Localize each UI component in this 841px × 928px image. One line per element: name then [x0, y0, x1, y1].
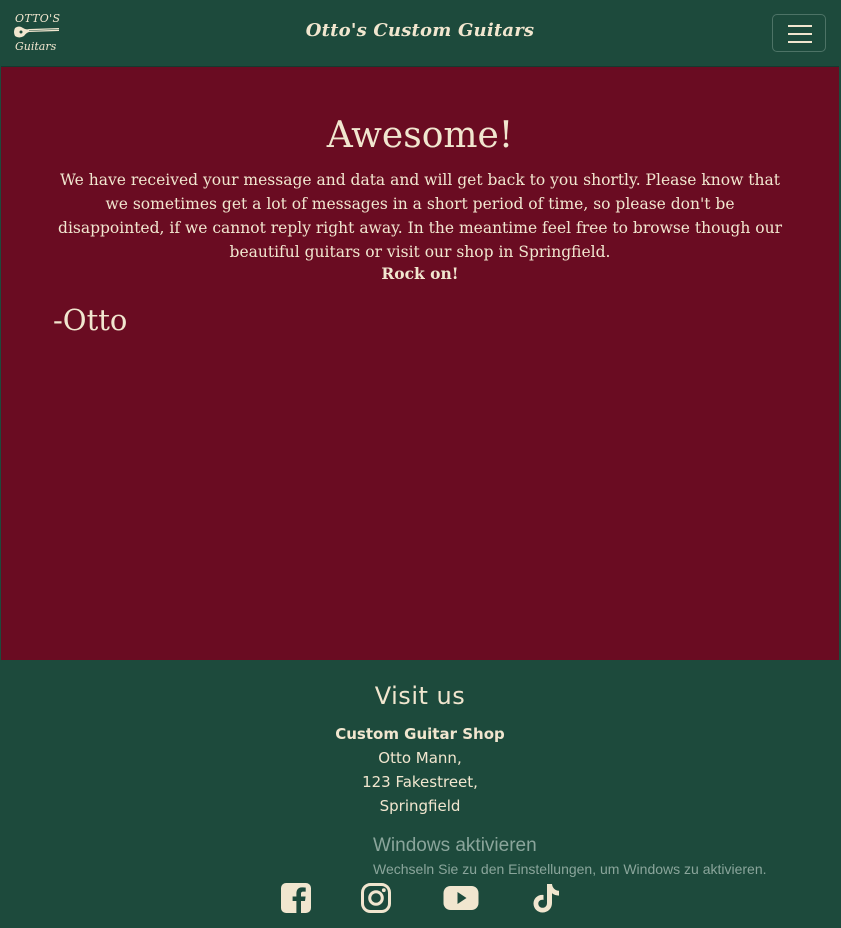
footer: Visit us Custom Guitar Shop Otto Mann, 1… — [1, 660, 839, 928]
signature: -Otto — [53, 303, 128, 337]
facebook-icon[interactable] — [280, 882, 312, 914]
confirmation-message: We have received your message and data a… — [58, 171, 782, 261]
footer-heading: Visit us — [374, 682, 466, 710]
page-title: Awesome! — [326, 115, 514, 156]
logo-line2: Guitars — [15, 40, 57, 53]
windows-activation-title: Windows aktivieren — [373, 835, 537, 856]
shop-name: Custom Guitar Shop — [335, 725, 505, 743]
address-line: Otto Mann, — [378, 749, 462, 767]
brand-title[interactable]: Otto's Custom Guitars — [1, 20, 839, 41]
youtube-icon[interactable] — [443, 882, 479, 914]
address-line: 123 Fakestreet, — [362, 773, 478, 791]
confirmation-section: Awesome! We have received your message a… — [1, 67, 839, 660]
hamburger-menu-icon — [788, 25, 812, 27]
tiktok-icon[interactable] — [529, 882, 561, 914]
instagram-icon[interactable] — [360, 882, 392, 914]
address-line: Springfield — [379, 797, 461, 815]
windows-activation-subtitle: Wechseln Sie zu den Einstellungen, um Wi… — [373, 861, 767, 877]
closing-text: Rock on! — [381, 264, 459, 283]
navbar: OTTO'S Guitars Otto's Custom Guitars — [1, 0, 839, 67]
menu-toggle-button[interactable] — [772, 14, 826, 52]
